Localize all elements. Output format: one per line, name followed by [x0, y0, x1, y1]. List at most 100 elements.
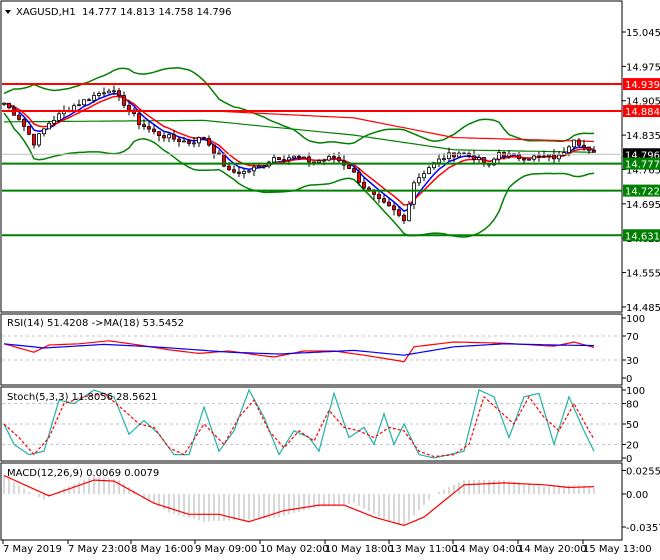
rsi-tick-label: 0: [626, 374, 632, 385]
candle-body: [587, 146, 591, 151]
candle-body: [392, 205, 396, 211]
price-tick-label: 14.975: [626, 62, 660, 73]
stoch-tick-label: 20: [626, 440, 639, 451]
candle-body: [387, 201, 391, 207]
price-tick-label: 15.045: [626, 28, 660, 39]
level-price-label: 14.722: [625, 187, 660, 198]
macd-tick-label: -0.0357: [626, 523, 660, 534]
candle-body: [282, 159, 286, 162]
candle-body: [347, 164, 351, 169]
macd-label: MACD(12,26,9) 0.0069 0.0079: [7, 468, 159, 479]
stoch-tick-label: 0: [626, 454, 632, 465]
candle-body: [567, 146, 571, 154]
candle-body: [357, 171, 361, 183]
time-tick-label: 15 May 13:00: [583, 544, 652, 555]
level-price-label: 14.884: [625, 107, 660, 118]
candle-body: [572, 139, 576, 148]
candle: [277, 157, 281, 161]
candle-body: [352, 168, 356, 173]
candle-body: [212, 144, 216, 154]
symbol-label: XAGUSD,H1: [16, 7, 76, 18]
candle-body: [177, 138, 181, 142]
rsi-label: RSI(14) 51.4208 ->MA(18) 53.5452: [7, 318, 184, 329]
candle-body: [72, 105, 76, 111]
candle-body: [287, 157, 291, 161]
candle-body: [142, 124, 146, 127]
candle-body: [167, 134, 171, 139]
candle-body: [382, 198, 386, 203]
candle-body: [17, 114, 21, 120]
time-tick-label: 9 May 09:00: [195, 544, 257, 555]
candle-body: [532, 155, 536, 160]
stoch-tick-label: 80: [626, 400, 639, 411]
trading-chart-window: 15.04514.97514.90514.83514.76514.69514.6…: [0, 0, 660, 560]
time-tick-label: 8 May 16:00: [131, 544, 193, 555]
chart-canvas[interactable]: 15.04514.97514.90514.83514.76514.69514.6…: [0, 0, 660, 560]
main-panel: [0, 0, 623, 313]
candle-body: [447, 152, 451, 159]
candle-body: [307, 156, 311, 163]
candle-body: [337, 157, 341, 162]
candle-body: [102, 92, 106, 95]
candle-body: [92, 95, 96, 101]
candle-body: [417, 177, 421, 184]
time-tick-label: 7 May 2019: [3, 544, 62, 555]
candle-body: [552, 154, 556, 160]
candle-body: [592, 149, 596, 153]
candle-body: [362, 181, 366, 189]
candle-body: [227, 165, 231, 171]
candle-body: [37, 133, 41, 146]
candle-body: [302, 156, 306, 159]
candle-body: [317, 160, 321, 163]
candle-body: [377, 193, 381, 200]
level-price-label: 14.631: [625, 231, 660, 242]
stoch-label: Stoch(5,3,3) 11.8056 28.5621: [7, 392, 158, 403]
candle-body: [27, 126, 31, 135]
candle-body: [157, 131, 161, 136]
candle-body: [172, 134, 176, 140]
candle-body: [332, 156, 336, 158]
candle-body: [452, 152, 456, 158]
candle-body: [197, 137, 201, 144]
candle-body: [327, 156, 331, 161]
candle-body: [407, 203, 411, 222]
candle-body: [257, 165, 261, 168]
ohlc-values: 14.777 14.813 14.758 14.796: [82, 7, 232, 18]
candle-body: [542, 155, 546, 158]
support-price-label: 14.777: [625, 160, 660, 171]
time-tick-label: 10 May 02:00: [260, 544, 329, 555]
candle: [82, 99, 86, 106]
candle-body: [522, 158, 526, 161]
candle-body: [147, 126, 151, 130]
candle-body: [87, 99, 91, 102]
candle-body: [297, 155, 301, 158]
candle-body: [202, 137, 206, 139]
candle-body: [107, 90, 111, 94]
time-tick-label: 14 May 20:00: [518, 544, 587, 555]
candle-body: [397, 209, 401, 216]
candle-body: [437, 158, 441, 164]
candle-body: [422, 173, 426, 179]
candle-body: [122, 95, 126, 106]
price-tick-label: 14.835: [626, 131, 660, 142]
time-tick-label: 10 May 18:00: [325, 544, 394, 555]
candle-body: [117, 90, 121, 96]
candle-body: [57, 113, 61, 121]
candle-body: [137, 113, 141, 126]
candle: [407, 200, 411, 222]
candle-body: [497, 152, 501, 160]
price-tick-label: 14.695: [626, 200, 660, 211]
candle-body: [247, 170, 251, 173]
candle-body: [187, 140, 191, 144]
candle-body: [47, 122, 51, 130]
candle-body: [577, 139, 581, 146]
candle-body: [127, 105, 131, 111]
candle-body: [262, 165, 266, 168]
candle: [27, 125, 31, 136]
candle-body: [232, 169, 236, 173]
chart-header: XAGUSD,H1 14.777 14.813 14.758 14.796: [5, 7, 232, 18]
rsi-tick-label: 30: [626, 356, 639, 367]
candle-body: [547, 154, 551, 157]
candle-body: [457, 152, 461, 158]
candle-body: [582, 144, 586, 148]
